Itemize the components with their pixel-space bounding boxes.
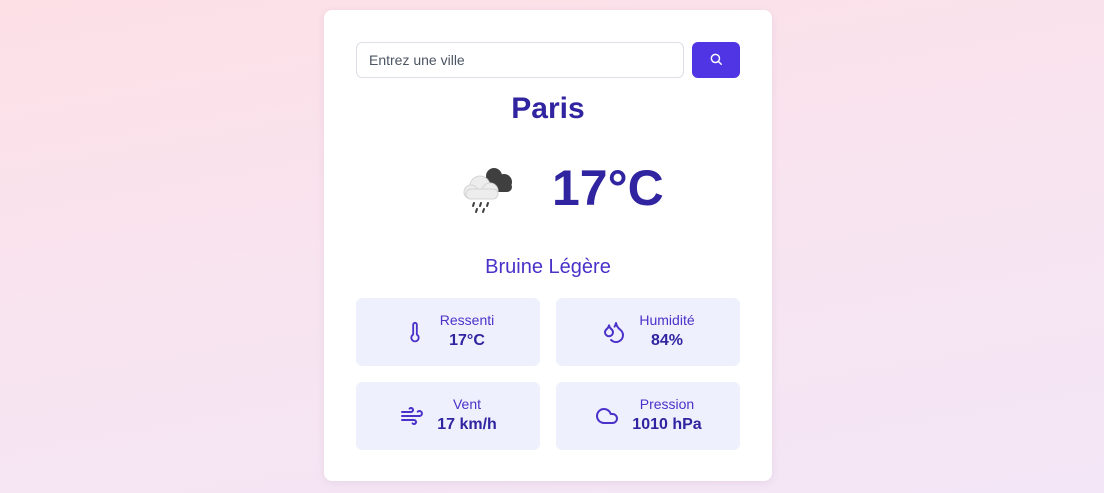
thermometer-icon — [402, 319, 428, 345]
stat-value: 17°C — [449, 332, 485, 349]
stat-pressure: Pression 1010 hPa — [556, 382, 740, 450]
droplets-icon — [601, 319, 627, 345]
search-button[interactable] — [692, 42, 740, 78]
stat-humidity: Humidité 84% — [556, 298, 740, 366]
search-bar — [356, 42, 740, 78]
stat-value: 84% — [650, 332, 684, 349]
wind-icon — [399, 403, 425, 429]
stat-value: 1010 hPa — [632, 416, 702, 433]
drizzle-cloud-icon — [456, 158, 520, 218]
search-icon — [709, 52, 723, 69]
stat-wind: Vent 17 km/h — [356, 382, 540, 450]
stat-label: Vent — [452, 396, 482, 412]
stat-label: Humidité — [639, 312, 695, 328]
stat-label: Pression — [639, 396, 695, 412]
city-name: Paris — [511, 92, 585, 125]
cloud-icon — [594, 403, 620, 429]
temperature: 17°C — [552, 160, 664, 216]
stat-label: Ressenti — [439, 312, 495, 328]
city-search-input[interactable] — [356, 42, 684, 78]
stat-feels-like: Ressenti 17°C — [356, 298, 540, 366]
stat-value: 17 km/h — [437, 416, 497, 433]
weather-card: Paris 17°C Bruine — [324, 10, 772, 481]
weather-description: Bruine Légère — [485, 256, 611, 278]
